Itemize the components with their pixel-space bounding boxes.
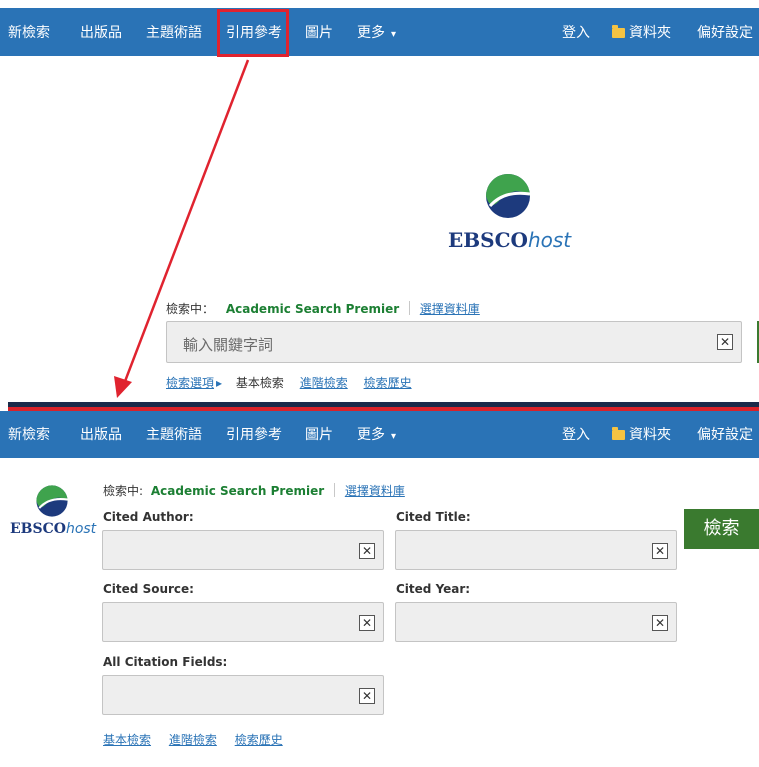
nav-sign-in[interactable]: 登入 <box>562 428 590 442</box>
nav-folder-label: 資料夾 <box>629 25 671 41</box>
nav-sign-in[interactable]: 登入 <box>562 26 590 40</box>
chevron-down-icon: ▾ <box>391 29 397 40</box>
nav-cited-references[interactable]: 引用參考 <box>226 428 282 442</box>
clear-icon[interactable]: ✕ <box>359 543 375 559</box>
cited-year-input[interactable]: ✕ <box>395 602 677 642</box>
nav-images[interactable]: 圖片 <box>305 428 333 442</box>
cited-source-input[interactable]: ✕ <box>102 602 384 642</box>
clear-icon[interactable]: ✕ <box>717 334 733 350</box>
ebsco-logo-icon <box>36 485 68 517</box>
clear-icon[interactable]: ✕ <box>652 543 668 559</box>
search-links-row: 檢索選項 ▸ 基本檢索 進階檢索 檢索歷史 <box>166 374 412 391</box>
logo-brand: EBSCO <box>448 228 528 252</box>
nav-new-search[interactable]: 新檢索 <box>8 428 50 442</box>
search-options-link[interactable]: 檢索選項 <box>166 376 214 390</box>
database-name: Academic Search Premier <box>225 302 400 316</box>
folder-icon <box>612 25 625 38</box>
searching-label: 檢索中： <box>166 302 215 316</box>
search-history-link[interactable]: 檢索歷史 <box>235 733 283 747</box>
searching-row: 檢索中： Academic Search Premier 選擇資料庫 <box>166 300 480 317</box>
nav-more[interactable]: 更多 ▾ <box>357 428 396 442</box>
logo-host: host <box>65 521 97 537</box>
nav-publications[interactable]: 出版品 <box>80 428 122 442</box>
nav-subject-terms[interactable]: 主題術語 <box>146 428 202 442</box>
basic-search-link[interactable]: 基本檢索 <box>103 733 151 747</box>
search-button[interactable]: 檢索 <box>684 509 759 549</box>
clear-icon[interactable]: ✕ <box>359 688 375 704</box>
choose-databases-link[interactable]: 選擇資料庫 <box>345 484 405 498</box>
nav-folder[interactable]: 資料夾 <box>612 427 671 443</box>
all-citation-fields-label: All Citation Fields: <box>103 655 228 669</box>
nav-preferences[interactable]: 偏好設定 <box>697 26 753 40</box>
basic-search-label: 基本檢索 <box>235 376 284 390</box>
folder-icon <box>612 427 625 440</box>
nav-more[interactable]: 更多 ▾ <box>357 26 396 40</box>
database-name: Academic Search Premier <box>150 484 325 498</box>
ebsco-host-logo: EBSCOhost <box>10 521 96 537</box>
advanced-search-link[interactable]: 進階檢索 <box>169 733 217 747</box>
ebsco-logo-icon <box>486 174 531 218</box>
nav-more-label: 更多 <box>357 427 385 443</box>
all-citation-fields-input[interactable]: ✕ <box>102 675 384 715</box>
bottom-nav-bar: 新檢索 出版品 主題術語 引用參考 圖片 更多 ▾ 登入 資料夾 偏好設定 <box>0 411 759 458</box>
nav-images[interactable]: 圖片 <box>305 26 333 40</box>
advanced-search-link[interactable]: 進階檢索 <box>300 376 348 390</box>
search-history-link[interactable]: 檢索歷史 <box>364 376 412 390</box>
searching-label: 檢索中: <box>103 484 144 498</box>
divider <box>334 483 335 497</box>
nav-new-search[interactable]: 新檢索 <box>8 26 50 40</box>
nav-more-label: 更多 <box>357 25 385 41</box>
ebsco-host-logo: EBSCOhost <box>448 228 571 252</box>
cited-title-input[interactable]: ✕ <box>395 530 677 570</box>
divider <box>408 301 410 315</box>
searching-row: 檢索中: Academic Search Premier 選擇資料庫 <box>103 482 405 499</box>
nav-folder[interactable]: 資料夾 <box>612 25 671 41</box>
chevron-down-icon: ▾ <box>391 431 397 442</box>
cited-author-input[interactable]: ✕ <box>102 530 384 570</box>
logo-brand: EBSCO <box>10 521 66 537</box>
search-placeholder: 輸入關鍵字詞 <box>183 336 274 354</box>
search-input[interactable]: 輸入關鍵字詞 ✕ <box>166 321 742 363</box>
cited-author-label: Cited Author: <box>103 510 194 524</box>
top-nav-bar: 新檢索 出版品 主題術語 引用參考 圖片 更多 ▾ 登入 資料夾 偏好設定 <box>0 8 759 56</box>
choose-databases-link[interactable]: 選擇資料庫 <box>420 302 480 316</box>
nav-folder-label: 資料夾 <box>629 427 671 443</box>
caret-right-icon: ▸ <box>216 376 223 390</box>
nav-publications[interactable]: 出版品 <box>80 26 122 40</box>
cited-links-row: 基本檢索 進階檢索 檢索歷史 <box>103 731 283 748</box>
logo-host: host <box>527 228 572 252</box>
highlight-box <box>217 9 289 57</box>
cited-year-label: Cited Year: <box>396 582 471 596</box>
nav-preferences[interactable]: 偏好設定 <box>697 428 753 442</box>
clear-icon[interactable]: ✕ <box>652 615 668 631</box>
cited-title-label: Cited Title: <box>396 510 471 524</box>
clear-icon[interactable]: ✕ <box>359 615 375 631</box>
cited-source-label: Cited Source: <box>103 582 194 596</box>
nav-subject-terms[interactable]: 主題術語 <box>146 26 202 40</box>
